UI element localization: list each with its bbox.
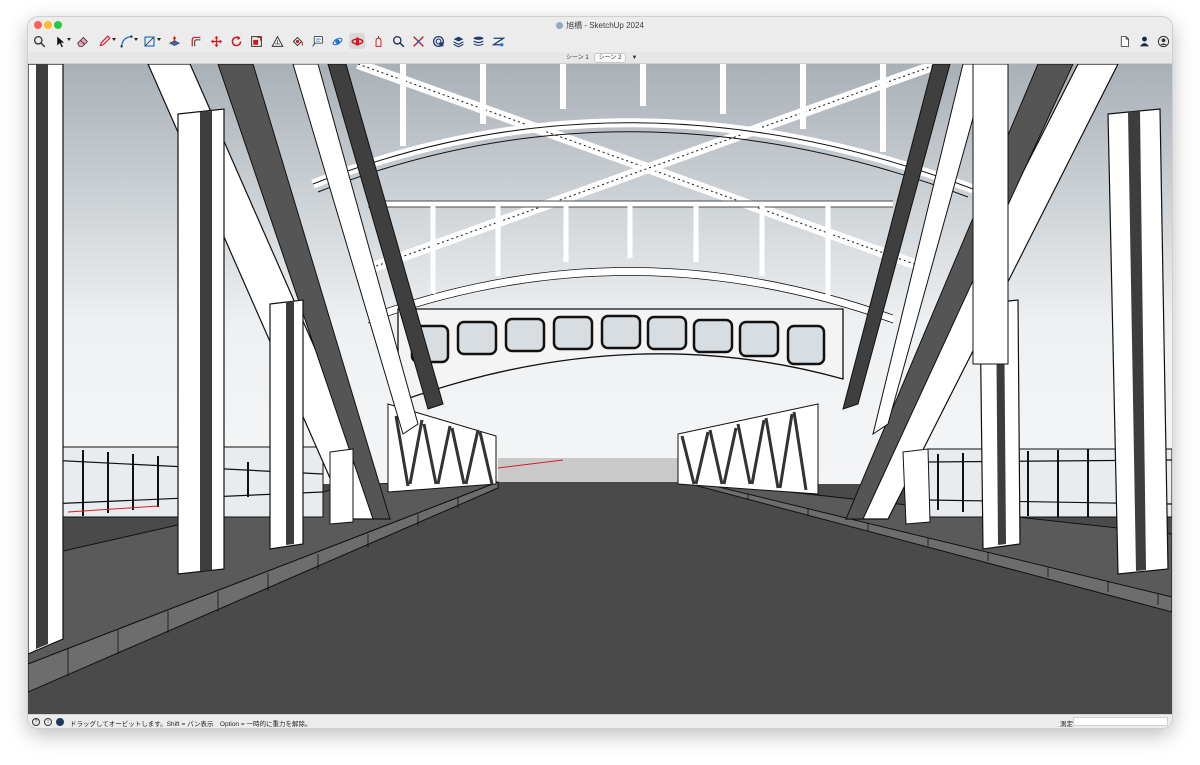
measurements-label: 測定 [1060,721,1073,728]
search-tool-button[interactable] [31,33,47,49]
scene-tabs: シーン 1 シーン 2 ▼ [562,53,637,62]
move-cross-icon [210,35,222,47]
arrow-cursor-icon [56,36,64,47]
scale-icon [250,35,262,47]
eraser-tool-button[interactable] [74,33,90,49]
layers-icon [452,36,464,47]
connect-icon [491,37,505,46]
paint-bucket-icon [292,36,303,46]
text-balloon-icon [311,35,323,47]
stack-tool-button[interactable] [470,33,486,49]
offset-tool-button[interactable] [187,33,203,49]
pan-tool-button[interactable] [349,33,365,49]
rectangle-icon [143,35,155,47]
text-tool-button[interactable] [309,33,325,49]
tape-measure-tool-button[interactable] [269,33,285,49]
warehouse-tool-button[interactable] [410,33,426,49]
window-title: 旭橋 - SketchUp 2024 [28,20,1172,31]
push-pull-icon [168,35,180,46]
extension-warehouse-tool-button[interactable] [430,33,446,49]
user-status-icon[interactable] [56,718,64,726]
magnifier-icon [33,35,45,47]
arc-tool-dropdown[interactable] [134,38,138,41]
move-tool-button[interactable] [208,33,224,49]
orbit-tool-button[interactable] [329,33,345,49]
rotate-tool-button[interactable] [228,33,244,49]
scene-tabs-bar: シーン 1 シーン 2 ▼ [28,52,1172,64]
globe-icon [412,35,424,47]
orbit-icon [332,37,342,45]
extension-icon [432,35,444,47]
geo-location-icon[interactable]: ? [32,718,40,726]
tape-measure-icon [270,35,284,47]
document-button[interactable] [1116,33,1132,49]
scene-menu-button[interactable]: ▼ [631,55,637,61]
bridge-model-render [28,64,1172,714]
pencil-icon [99,34,111,46]
stack-icon [472,36,484,46]
zoom-tool-button[interactable] [370,33,386,49]
rotate-icon [231,35,241,46]
model-viewport[interactable] [28,64,1172,714]
offset-icon [191,36,200,46]
select-tool-dropdown[interactable] [67,38,71,41]
person-icon [1139,36,1149,46]
shape-tool-button[interactable] [141,33,157,49]
sketchup-document-icon [556,22,564,29]
paint-bucket-tool-button[interactable] [289,33,305,49]
line-tool-dropdown[interactable] [112,38,116,41]
user-circle-icon [1157,35,1169,47]
arc-icon [119,34,133,48]
document-icon [1120,35,1129,47]
scale-tool-button[interactable] [248,33,264,49]
status-bar: ? i ドラッグしてオービットします。Shift = パン表示 Option =… [28,714,1172,728]
status-message: ドラッグしてオービットします。Shift = パン表示 Option = 一時的… [70,721,312,728]
pan-hand-icon [350,36,364,46]
distant-ground [498,458,698,482]
zoom-icon [375,35,381,47]
sketchup-window: 旭橋 - SketchUp 2024 シーン 1 シーン 2 ▼ ? i ドラッ… [28,17,1172,728]
toolbar [28,31,1172,51]
scene-tab-2[interactable]: シーン 2 [594,53,626,62]
trimble-connect-tool-button[interactable] [490,33,506,49]
credits-icon[interactable]: i [44,718,52,726]
line-tool-button[interactable] [96,33,112,49]
arc-tool-button[interactable] [118,33,134,49]
window-title-text: 旭橋 - SketchUp 2024 [566,21,644,30]
profile-button[interactable] [1155,33,1171,49]
select-tool-button[interactable] [52,33,68,49]
zoom-extents-tool-button[interactable] [390,33,406,49]
zoom-extents-icon [392,35,404,47]
push-pull-tool-button[interactable] [166,33,182,49]
account-button[interactable] [1136,33,1152,49]
shape-tool-dropdown[interactable] [157,38,161,41]
eraser-icon [76,36,88,47]
layers-tool-button[interactable] [450,33,466,49]
scene-tab-1[interactable]: シーン 1 [562,54,593,62]
measurements-input[interactable] [1073,717,1168,726]
